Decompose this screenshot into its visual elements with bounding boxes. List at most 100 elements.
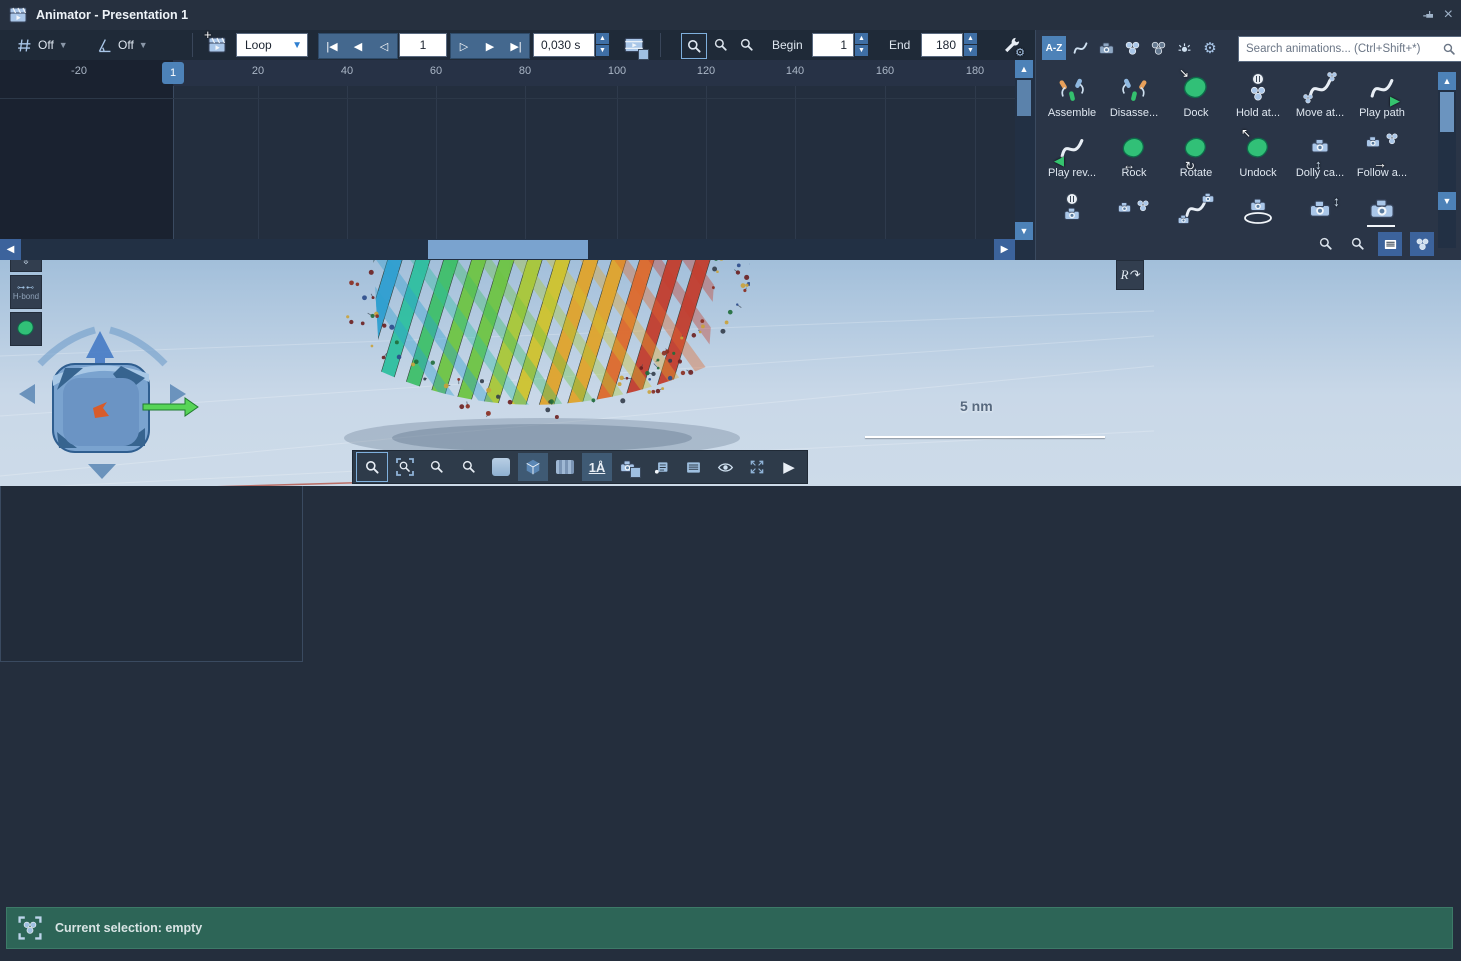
end-label: End bbox=[889, 33, 910, 57]
timeline-zoom-out-button[interactable]: − bbox=[735, 33, 759, 57]
gallery-tile-play-reverse[interactable]: ◀ Play rev... bbox=[1040, 134, 1104, 179]
playback-forward-cluster: ▷ ▶ ▶| bbox=[450, 33, 530, 59]
gallery-tile-rock[interactable]: ↔ Rock bbox=[1102, 134, 1166, 179]
step-backward-button[interactable]: ◁ bbox=[371, 40, 397, 53]
close-icon[interactable]: × bbox=[1444, 8, 1453, 22]
list-icon bbox=[1383, 237, 1398, 252]
begin-spinner[interactable]: ▲▼ bbox=[855, 33, 868, 57]
animator-header: Animator - Presentation 1 × bbox=[0, 0, 1461, 30]
begin-label: Begin bbox=[772, 33, 803, 57]
animator-controls: Off ▼ Off ▼ + Loop ▼ |◀ ◀ bbox=[0, 30, 1035, 60]
timeline-vertical-scrollbar[interactable]: ▲ ▼ bbox=[1015, 60, 1035, 260]
frame-interval-field[interactable]: 0,030 s bbox=[533, 33, 595, 57]
molecule-icon bbox=[1124, 40, 1141, 57]
current-frame-marker[interactable]: 1 bbox=[162, 62, 184, 84]
gallery-tile-orbit-camera[interactable] bbox=[1226, 194, 1290, 224]
spark-icon bbox=[1176, 40, 1193, 57]
camera-icon bbox=[1365, 134, 1381, 150]
scroll-up-icon[interactable]: ▲ bbox=[1438, 72, 1456, 90]
gallery-zoom-out-button[interactable]: − bbox=[1346, 232, 1370, 256]
gallery-tile-hold-camera[interactable] bbox=[1040, 194, 1104, 224]
gallery-zoom-in-button[interactable]: + bbox=[1314, 232, 1338, 256]
begin-frame-field[interactable]: 1 bbox=[812, 33, 854, 57]
end-spinner[interactable]: ▲▼ bbox=[964, 33, 977, 57]
current-frame-field[interactable]: 1 bbox=[399, 33, 447, 57]
fast-backward-button[interactable]: ◀ bbox=[345, 40, 371, 53]
current-selection-bar: Current selection: empty bbox=[6, 907, 1453, 949]
spin-up-icon: ▲ bbox=[855, 33, 868, 44]
gear-icon: ⚙ bbox=[1203, 39, 1216, 57]
end-frame-field[interactable]: 180 bbox=[921, 33, 963, 57]
gallery-tile-dock[interactable]: ↘ Dock bbox=[1164, 74, 1228, 119]
camera-icon bbox=[1177, 213, 1190, 226]
gallery-scrollbar[interactable]: ▲ ▼ bbox=[1438, 72, 1456, 248]
gallery-tile-move-atoms[interactable]: Move at... bbox=[1288, 74, 1352, 119]
scrollbar-thumb[interactable] bbox=[428, 240, 588, 259]
selection-status-text: Current selection: empty bbox=[55, 921, 202, 935]
molecule-icon bbox=[22, 920, 38, 936]
animator-title: Animator - Presentation 1 bbox=[36, 8, 188, 22]
animation-gallery: A-Z ⚙ Assemble Disasse... bbox=[1035, 30, 1461, 260]
filter-camera-button[interactable] bbox=[1094, 36, 1118, 60]
interval-spinner[interactable]: ▲▼ bbox=[596, 33, 609, 57]
gallery-tile-assemble[interactable]: Assemble bbox=[1040, 74, 1104, 119]
molecule-icon bbox=[1150, 40, 1167, 57]
spin-down-icon: ▼ bbox=[964, 45, 977, 56]
molecule-icon bbox=[1249, 85, 1267, 103]
fast-forward-button[interactable]: ▶ bbox=[477, 40, 503, 53]
gallery-tile-follow-atoms[interactable]: → Follow a... bbox=[1350, 134, 1414, 179]
gallery-tile-track-camera[interactable] bbox=[1350, 194, 1414, 224]
scroll-left-icon[interactable]: ◀ bbox=[0, 239, 21, 260]
sort-alphabetical-button[interactable]: A-Z bbox=[1042, 36, 1066, 60]
step-forward-button[interactable]: ▷ bbox=[451, 40, 477, 53]
spin-up-icon: ▲ bbox=[596, 33, 609, 44]
gallery-tile-look-at-atoms[interactable] bbox=[1102, 194, 1166, 224]
timeline-zoom-in-button[interactable]: + bbox=[709, 33, 733, 57]
export-movie-button[interactable] bbox=[622, 33, 646, 57]
gallery-tile-undock[interactable]: ↖ Undock bbox=[1226, 134, 1290, 179]
angle-snap-dropdown[interactable]: Off ▼ bbox=[96, 33, 148, 57]
go-to-start-button[interactable]: |◀ bbox=[319, 40, 345, 53]
filter-settings-button[interactable]: ⚙ bbox=[1198, 36, 1222, 60]
filter-motion-button[interactable] bbox=[1068, 36, 1092, 60]
search-icon[interactable] bbox=[1442, 42, 1456, 56]
timeline-horizontal-scrollbar[interactable]: ◀ ▶ bbox=[0, 239, 1015, 260]
pin-icon[interactable] bbox=[1421, 8, 1436, 23]
filter-effects-button[interactable] bbox=[1172, 36, 1196, 60]
grid-snap-icon bbox=[16, 37, 33, 54]
timeline-ruler[interactable]: -20 1 20 40 60 80 100 120 140 160 180 bbox=[0, 60, 1015, 86]
molecule-icon bbox=[1385, 132, 1399, 146]
timeline-tracks[interactable] bbox=[0, 86, 1015, 239]
gallery-preview-button[interactable] bbox=[1410, 232, 1434, 256]
gallery-tile-dolly-camera-2[interactable]: ↕ bbox=[1288, 194, 1352, 224]
timeline-zoom-fit-button[interactable] bbox=[681, 33, 707, 59]
gallery-tile-play-path[interactable]: ▶ Play path bbox=[1350, 74, 1414, 119]
gallery-tile-move-camera[interactable] bbox=[1164, 194, 1228, 224]
molecule-icon bbox=[1136, 199, 1150, 213]
scroll-up-icon[interactable]: ▲ bbox=[1015, 60, 1033, 78]
gallery-list-view-button[interactable] bbox=[1378, 232, 1402, 256]
snap-dropdown[interactable]: Off ▼ bbox=[16, 33, 68, 57]
scroll-down-icon[interactable]: ▼ bbox=[1438, 192, 1456, 210]
animation-search bbox=[1238, 36, 1461, 62]
gallery-tile-rotate[interactable]: ↻ Rotate bbox=[1164, 134, 1228, 179]
animator-settings-button[interactable]: ⚙ bbox=[1000, 33, 1022, 57]
orbit-ellipse-icon bbox=[1244, 212, 1272, 224]
loop-mode-dropdown[interactable]: Loop ▼ bbox=[236, 33, 308, 57]
scroll-right-icon[interactable]: ▶ bbox=[994, 239, 1015, 260]
chevron-down-icon: ▼ bbox=[292, 40, 307, 51]
animation-search-input[interactable] bbox=[1244, 42, 1442, 56]
go-to-end-button[interactable]: ▶| bbox=[503, 40, 529, 53]
path-icon bbox=[1072, 40, 1089, 57]
scroll-down-icon[interactable]: ▼ bbox=[1015, 222, 1033, 240]
gallery-tile-disassemble[interactable]: Disasse... bbox=[1102, 74, 1166, 119]
camera-icon bbox=[1201, 191, 1215, 205]
add-keyframe-button[interactable]: + bbox=[206, 33, 228, 57]
molecule-icon bbox=[1326, 71, 1338, 83]
molecule-icon bbox=[1415, 237, 1430, 252]
filter-entrance-button[interactable] bbox=[1120, 36, 1144, 60]
gallery-tile-dolly-camera[interactable]: ↕ Dolly ca... bbox=[1288, 134, 1352, 179]
gallery-tile-hold-atoms[interactable]: Hold at... bbox=[1226, 74, 1290, 119]
camera-icon bbox=[1117, 200, 1132, 215]
filter-exit-button[interactable] bbox=[1146, 36, 1170, 60]
